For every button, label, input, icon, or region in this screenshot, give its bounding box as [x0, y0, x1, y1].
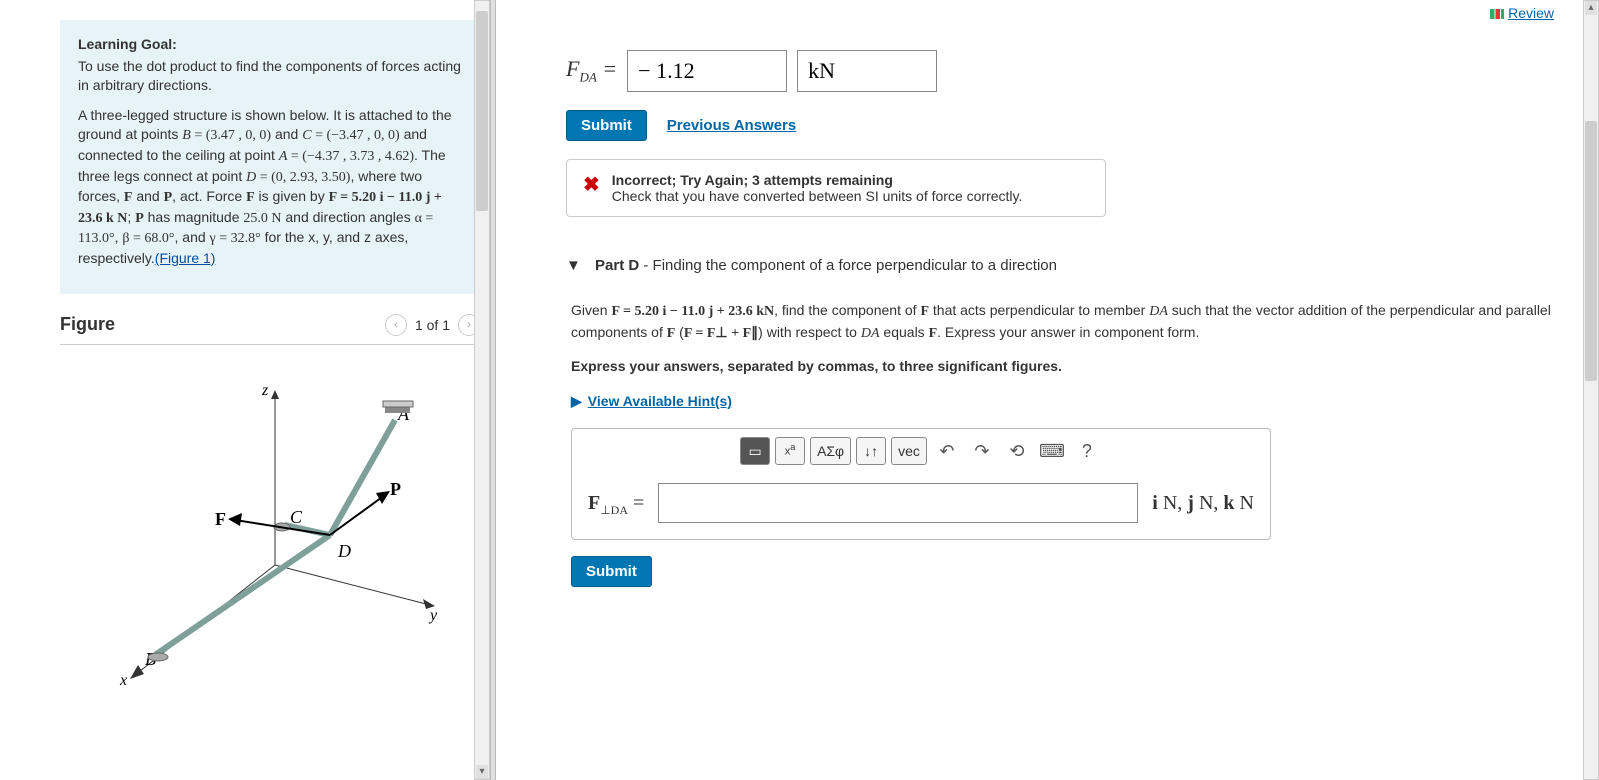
left-scrollbar[interactable]: ▾ — [474, 0, 490, 780]
partD-header[interactable]: ▼ Part D - Finding the component of a fo… — [566, 257, 1559, 282]
partD-description: Given F = 5.20 i − 11.0 j + 23.6 kN, fin… — [571, 300, 1559, 344]
reset-button[interactable]: ⟲ — [1002, 437, 1032, 465]
feedback-title: Incorrect; Try Again; 3 attempts remaini… — [612, 172, 1023, 188]
left-panel: Learning Goal: To use the dot product to… — [0, 0, 490, 780]
svg-text:F: F — [215, 509, 226, 529]
editor-toolbar: ▭ xa ΑΣφ ↓↑ vec ↶ ↷ ⟲ ⌨ ? — [572, 429, 1270, 473]
fda-value-input[interactable] — [627, 50, 787, 92]
partD-title: - Finding the component of a force perpe… — [639, 257, 1057, 274]
answer-input[interactable] — [658, 483, 1138, 523]
svg-text:C: C — [290, 507, 303, 527]
partC-actions: Submit Previous Answers — [566, 110, 1559, 141]
incorrect-icon: ✖ — [583, 172, 600, 204]
figure-pager: ‹ 1 of 1 › — [385, 314, 480, 336]
figure-link[interactable]: (Figure 1) — [155, 250, 216, 266]
answer-editor: ▭ xa ΑΣφ ↓↑ vec ↶ ↷ ⟲ ⌨ ? F⊥DA = — [571, 428, 1271, 540]
review-link[interactable]: Review — [1490, 5, 1554, 21]
keyboard-button[interactable]: ⌨ — [1037, 437, 1067, 465]
feedback-body: Check that you have converted between SI… — [612, 188, 1023, 204]
redo-button[interactable]: ↷ — [967, 437, 997, 465]
scroll-down-icon[interactable]: ▾ — [476, 765, 488, 779]
fraction-button[interactable]: xa — [775, 437, 805, 465]
fda-unit-input[interactable] — [797, 50, 937, 92]
hints-link[interactable]: ▶View Available Hint(s) — [571, 391, 732, 412]
fda-label: FDA = — [566, 56, 617, 85]
vec-button[interactable]: vec — [891, 437, 927, 465]
structure-svg: z y x A B C D — [100, 365, 440, 685]
feedback-box: ✖ Incorrect; Try Again; 3 attempts remai… — [566, 159, 1106, 217]
answer-units: i N, j N, k N — [1152, 488, 1254, 518]
help-button[interactable]: ? — [1072, 437, 1102, 465]
scrollbar-thumb[interactable] — [1585, 121, 1597, 381]
goal-title: Learning Goal: — [78, 35, 462, 55]
review-icon — [1490, 9, 1504, 19]
subscript-button[interactable]: ↓↑ — [856, 437, 886, 465]
problem-description: A three-legged structure is shown below.… — [78, 106, 462, 269]
svg-text:y: y — [428, 607, 438, 624]
partD-instruction: Express your answers, separated by comma… — [571, 356, 1559, 377]
scroll-up-icon[interactable]: ▴ — [1585, 1, 1597, 15]
svg-text:D: D — [337, 541, 351, 561]
submit-button[interactable]: Submit — [566, 110, 647, 141]
figure-header: Figure ‹ 1 of 1 › — [60, 314, 480, 345]
partD-label: Part D — [595, 257, 639, 274]
fperp-label: F⊥DA = — [588, 488, 644, 519]
scrollbar-thumb[interactable] — [476, 11, 488, 211]
figure-label: Figure — [60, 314, 115, 335]
previous-answers-link[interactable]: Previous Answers — [667, 117, 797, 134]
figure-diagram: z y x A B C D — [100, 365, 440, 685]
figure-prev-button[interactable]: ‹ — [385, 314, 407, 336]
caret-down-icon: ▼ — [566, 257, 581, 274]
right-scrollbar[interactable]: ▴ — [1583, 0, 1599, 780]
templates-button[interactable]: ▭ — [740, 437, 770, 465]
partC-answer-row: FDA = — [566, 50, 1559, 92]
undo-button[interactable]: ↶ — [932, 437, 962, 465]
svg-text:x: x — [119, 672, 127, 685]
svg-text:P: P — [390, 479, 401, 499]
caret-right-icon: ▶ — [571, 391, 582, 412]
partD-body: Given F = 5.20 i − 11.0 j + 23.6 kN, fin… — [566, 300, 1559, 587]
figure-page-count: 1 of 1 — [415, 317, 450, 333]
greek-button[interactable]: ΑΣφ — [810, 437, 851, 465]
learning-goal-box: Learning Goal: To use the dot product to… — [60, 20, 480, 294]
svg-text:z: z — [261, 382, 269, 399]
goal-body: To use the dot product to find the compo… — [78, 57, 462, 96]
right-panel: Review FDA = Submit Previous Answers ✖ I… — [496, 0, 1599, 780]
editor-input-row: F⊥DA = i N, j N, k N — [572, 473, 1270, 539]
partD-submit-button[interactable]: Submit — [571, 556, 652, 587]
